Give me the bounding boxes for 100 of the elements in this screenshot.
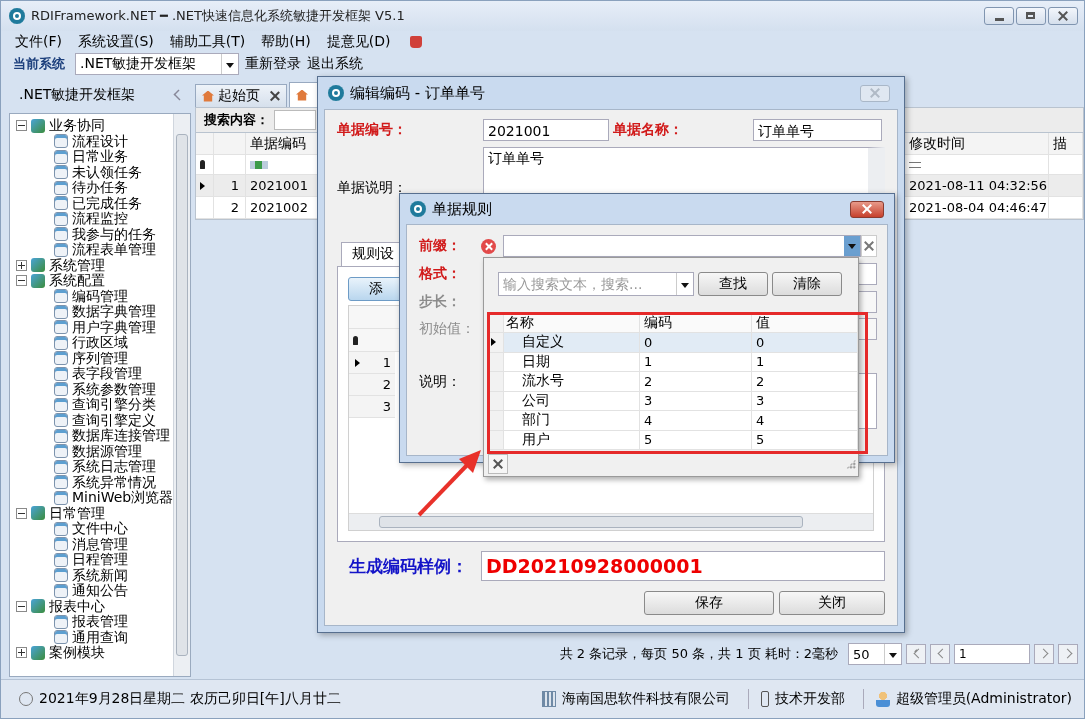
company-text: 海南国思软件科技有限公司 xyxy=(561,690,730,708)
tree-item[interactable]: 流程设计 xyxy=(72,133,128,149)
table-row[interactable]: 3 xyxy=(349,396,395,418)
tree-item[interactable]: 日程管理 xyxy=(72,552,128,568)
maximize-button[interactable] xyxy=(1016,7,1046,25)
document-icon xyxy=(54,320,68,335)
tree-item[interactable]: 查询引擎定义 xyxy=(72,412,156,428)
menu-item[interactable]: 帮助(H) xyxy=(255,33,317,51)
page-size-dropdown[interactable]: 50 xyxy=(848,643,902,665)
input-field[interactable]: 2021001 xyxy=(483,119,609,141)
tree-item[interactable]: 系统新闻 xyxy=(72,567,128,583)
document-icon xyxy=(54,614,68,629)
search-field[interactable]: 输入搜索文本，搜索... xyxy=(498,272,694,296)
tree-item[interactable]: 系统管理 xyxy=(49,257,105,273)
menu-item[interactable]: 提意见(D) xyxy=(320,33,397,51)
input-field[interactable]: 订单单号 xyxy=(753,119,882,141)
dialog-button[interactable]: 保存 xyxy=(644,591,774,615)
scrollbar[interactable] xyxy=(349,513,873,530)
sample-label: 生成编码样例： xyxy=(348,554,469,578)
tree-item[interactable]: 报表中心 xyxy=(49,598,105,614)
tree-item[interactable]: 待办任务 xyxy=(72,180,128,196)
expander-icon[interactable] xyxy=(16,275,27,287)
tree-item[interactable]: 通用查询 xyxy=(72,629,128,645)
tree-item[interactable]: 行政区域 xyxy=(72,335,128,351)
prefix-dropdown[interactable] xyxy=(503,235,861,257)
window-title: RDIFramework.NET ━ .NET快速信息化系统敏捷开发框架 V5.1 xyxy=(31,7,405,25)
document-icon xyxy=(54,211,68,226)
tree-item[interactable]: 未认领任务 xyxy=(72,164,142,180)
clear-icon[interactable] xyxy=(861,235,877,257)
tree-item[interactable]: 日常管理 xyxy=(49,505,105,521)
table-row[interactable]: 日期 1 1 xyxy=(488,352,858,372)
tree-item[interactable]: 案例模块 xyxy=(49,645,105,661)
building-icon xyxy=(541,691,556,707)
table-row[interactable]: 流水号 2 2 xyxy=(488,372,858,392)
tree-item[interactable]: 我参与的任务 xyxy=(72,226,156,242)
menu-item[interactable]: 辅助工具(T) xyxy=(163,33,252,51)
last-page-button[interactable] xyxy=(1058,644,1078,664)
close-button[interactable] xyxy=(1048,7,1078,25)
tree-item[interactable]: 序列管理 xyxy=(72,350,128,366)
document-icon xyxy=(54,366,68,381)
row-number: 3 xyxy=(382,399,391,414)
row-number: 2 xyxy=(382,377,391,392)
search-field[interactable] xyxy=(274,110,316,130)
page-field[interactable]: 1 xyxy=(954,644,1030,664)
tree-item[interactable]: 用户字典管理 xyxy=(72,319,156,335)
previous-page-button[interactable] xyxy=(930,644,950,664)
tree-item[interactable]: 已完成任务 xyxy=(72,195,142,211)
toolbar-link[interactable]: 退出系统 xyxy=(307,55,363,73)
tab[interactable]: 起始页 xyxy=(195,84,287,107)
toolbar-link[interactable]: 重新登录 xyxy=(245,55,301,73)
tree-item[interactable]: 系统异常情况 xyxy=(72,474,156,490)
system-dropdown[interactable]: .NET敏捷开发框架 xyxy=(75,53,239,75)
tree-item[interactable]: 流程监控 xyxy=(72,211,128,227)
expander-icon[interactable] xyxy=(16,120,27,132)
menu-item[interactable]: 系统设置(S) xyxy=(72,33,160,51)
tree-item[interactable]: 日常业务 xyxy=(72,149,128,165)
tree-item[interactable]: 系统参数管理 xyxy=(72,381,156,397)
tree-item[interactable]: 数据字典管理 xyxy=(72,304,156,320)
table-row[interactable]: 1 xyxy=(349,352,395,374)
tree-item[interactable]: 系统日志管理 xyxy=(72,459,156,475)
popup-button[interactable]: 查找 xyxy=(698,272,768,296)
tree-item[interactable]: 数据源管理 xyxy=(72,443,142,459)
expander-icon[interactable] xyxy=(16,647,27,659)
next-page-button[interactable] xyxy=(1034,644,1054,664)
expander-icon[interactable] xyxy=(16,600,27,612)
table-row[interactable]: 2 xyxy=(349,374,395,396)
table-row[interactable]: 公司 3 3 xyxy=(488,391,858,411)
dialog-button[interactable]: 关闭 xyxy=(779,591,885,615)
tree-item[interactable]: 消息管理 xyxy=(72,536,128,552)
tree-item[interactable]: MiniWeb浏览器 xyxy=(72,490,173,506)
field-label: 单据编号： xyxy=(337,121,408,139)
document-icon xyxy=(54,413,68,428)
table-row[interactable]: 部门 4 4 xyxy=(488,411,858,431)
tree-item[interactable]: 系统配置 xyxy=(49,273,105,289)
tree-item[interactable]: 编码管理 xyxy=(72,288,128,304)
tree-item[interactable]: 通知公告 xyxy=(72,583,128,599)
first-page-button[interactable] xyxy=(906,644,926,664)
equals-icon xyxy=(909,161,921,168)
table-row[interactable]: 用户 5 5 xyxy=(488,430,858,450)
department-text: 技术开发部 xyxy=(774,690,845,708)
column-header[interactable]: 描 xyxy=(1049,133,1083,155)
tree-item[interactable]: 业务协同 xyxy=(49,118,105,134)
tree-item[interactable]: 数据库连接管理 xyxy=(72,428,170,444)
tree-item[interactable]: 流程表单管理 xyxy=(72,242,156,258)
expander-icon[interactable] xyxy=(16,507,27,519)
minimize-button[interactable] xyxy=(984,7,1014,25)
close-button[interactable] xyxy=(850,200,884,218)
logo-icon xyxy=(410,201,426,217)
tree-item[interactable]: 表字段管理 xyxy=(72,366,142,382)
tree-item[interactable]: 报表管理 xyxy=(72,614,128,630)
scrollbar[interactable] xyxy=(173,114,190,676)
field-label: 说明： xyxy=(419,373,462,391)
menu-item[interactable]: 文件(F) xyxy=(9,33,68,51)
document-icon xyxy=(54,382,68,397)
tree-item[interactable]: 文件中心 xyxy=(72,521,128,537)
table-row[interactable]: 自定义 0 0 xyxy=(488,333,858,353)
expander-icon[interactable] xyxy=(16,259,27,271)
close-button[interactable] xyxy=(488,454,508,474)
popup-button[interactable]: 清除 xyxy=(772,272,842,296)
tree-item[interactable]: 查询引擎分类 xyxy=(72,397,156,413)
